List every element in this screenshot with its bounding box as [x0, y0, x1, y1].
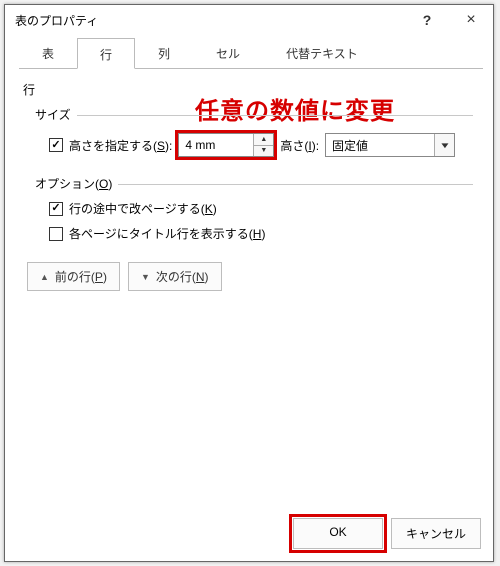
window-title: 表のプロパティ	[15, 12, 405, 29]
ok-button[interactable]: OK	[293, 518, 383, 549]
options-legend: オプション(O)	[35, 175, 112, 192]
prev-row-label: 前の行(P)	[55, 268, 107, 285]
close-button[interactable]: ×	[449, 5, 493, 35]
tab-table[interactable]: 表	[19, 38, 77, 68]
allow-break-label[interactable]: 行の途中で改ページする(K)	[69, 200, 217, 217]
title-bar: 表のプロパティ ? ×	[5, 5, 493, 35]
height-rule-select[interactable]: 固定値 ▼	[325, 133, 455, 157]
row-nav: ▲ 前の行(P) ▼ 次の行(N)	[27, 262, 477, 291]
tab-row-content: 行 サイズ 高さを指定する(S): ▲ ▼	[5, 69, 493, 512]
height-rule-value: 固定値	[326, 134, 434, 156]
tab-row[interactable]: 行	[77, 38, 135, 69]
repeat-header-label[interactable]: 各ページにタイトル行を表示する(H)	[69, 225, 265, 242]
triangle-up-icon: ▲	[40, 272, 49, 282]
next-row-button[interactable]: ▼ 次の行(N)	[128, 262, 222, 291]
help-button[interactable]: ?	[405, 5, 449, 35]
repeat-header-checkbox[interactable]	[49, 227, 63, 241]
height-input[interactable]	[179, 134, 253, 156]
tab-column[interactable]: 列	[135, 38, 193, 68]
chevron-down-icon: ▼	[439, 141, 451, 150]
height-spin-down[interactable]: ▼	[254, 146, 273, 157]
height-spinner[interactable]: ▲ ▼	[178, 133, 274, 157]
divider	[77, 115, 473, 116]
cancel-button[interactable]: キャンセル	[391, 518, 481, 549]
height-rule-dropdown-button[interactable]: ▼	[434, 134, 454, 156]
dialog-window: 表のプロパティ ? × 表 行 列 セル 代替テキスト 任意の数値に変更 行 サ…	[4, 4, 494, 562]
triangle-down-icon: ▼	[141, 272, 150, 282]
next-row-label: 次の行(N)	[156, 268, 209, 285]
allow-break-checkbox[interactable]	[49, 202, 63, 216]
tab-alt-text[interactable]: 代替テキスト	[263, 38, 381, 68]
size-legend: サイズ	[35, 106, 71, 123]
height-spin-up[interactable]: ▲	[254, 134, 273, 146]
specify-height-label[interactable]: 高さを指定する(S):	[69, 137, 172, 154]
prev-row-button[interactable]: ▲ 前の行(P)	[27, 262, 120, 291]
size-group: サイズ 高さを指定する(S): ▲ ▼ 高さ(I):	[35, 106, 473, 163]
tab-strip: 表 行 列 セル 代替テキスト	[19, 41, 483, 69]
specify-height-checkbox[interactable]	[49, 138, 63, 152]
options-group: オプション(O) 行の途中で改ページする(K) 各ページにタイトル行を表示する(…	[35, 175, 473, 246]
tab-cell[interactable]: セル	[193, 38, 263, 68]
height-rule-label: 高さ(I):	[280, 137, 319, 154]
spinner-buttons: ▲ ▼	[253, 134, 273, 156]
divider	[118, 184, 473, 185]
row-heading: 行	[23, 81, 477, 98]
dialog-footer: OK キャンセル	[5, 512, 493, 561]
